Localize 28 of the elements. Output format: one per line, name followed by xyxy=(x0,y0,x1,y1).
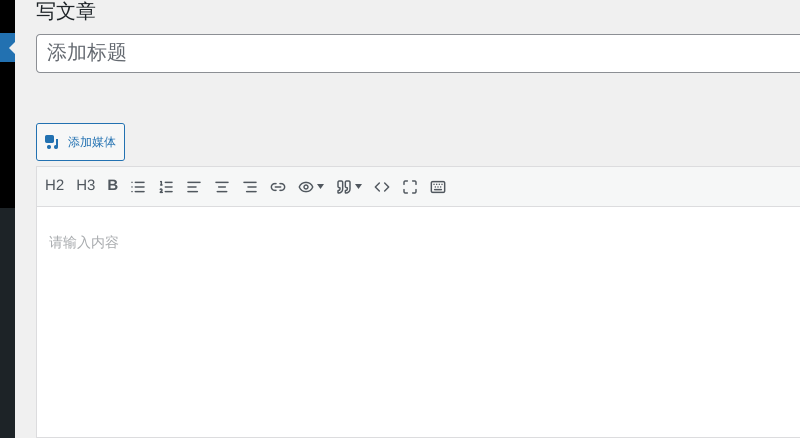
toolbar-button[interactable] xyxy=(242,178,258,194)
toolbar-button[interactable] xyxy=(214,178,230,194)
toolbar-button[interactable] xyxy=(402,178,418,194)
caret-icon xyxy=(317,184,324,189)
fullscreen-icon xyxy=(402,178,418,194)
dropdown-button[interactable] xyxy=(336,178,362,194)
quote-icon xyxy=(336,178,352,194)
toolbar-button[interactable] xyxy=(130,178,146,194)
format-button[interactable]: H3 xyxy=(76,175,96,198)
align-right-icon xyxy=(242,178,258,194)
toolbar-button[interactable] xyxy=(186,178,202,194)
toolbar-button[interactable] xyxy=(158,178,174,194)
add-media-button[interactable]: 添加媒体 xyxy=(36,123,125,161)
format-button[interactable]: B xyxy=(107,175,118,198)
active-menu-item[interactable] xyxy=(0,33,15,62)
numbered-list-icon xyxy=(158,178,174,194)
toolbar-button[interactable] xyxy=(430,178,446,194)
eye-icon xyxy=(298,178,314,194)
title-field[interactable]: 添加标题 xyxy=(36,34,800,73)
keyboard-icon xyxy=(430,178,446,194)
align-center-icon xyxy=(214,178,230,194)
align-left-icon xyxy=(186,178,202,194)
caret-icon xyxy=(355,184,362,189)
bullet-list-icon xyxy=(130,178,146,194)
editor-placeholder: 请输入内容 xyxy=(49,234,119,250)
format-button[interactable]: H2 xyxy=(45,175,64,198)
dropdown-button[interactable] xyxy=(298,178,324,194)
page-title: 写文章 xyxy=(36,0,96,24)
